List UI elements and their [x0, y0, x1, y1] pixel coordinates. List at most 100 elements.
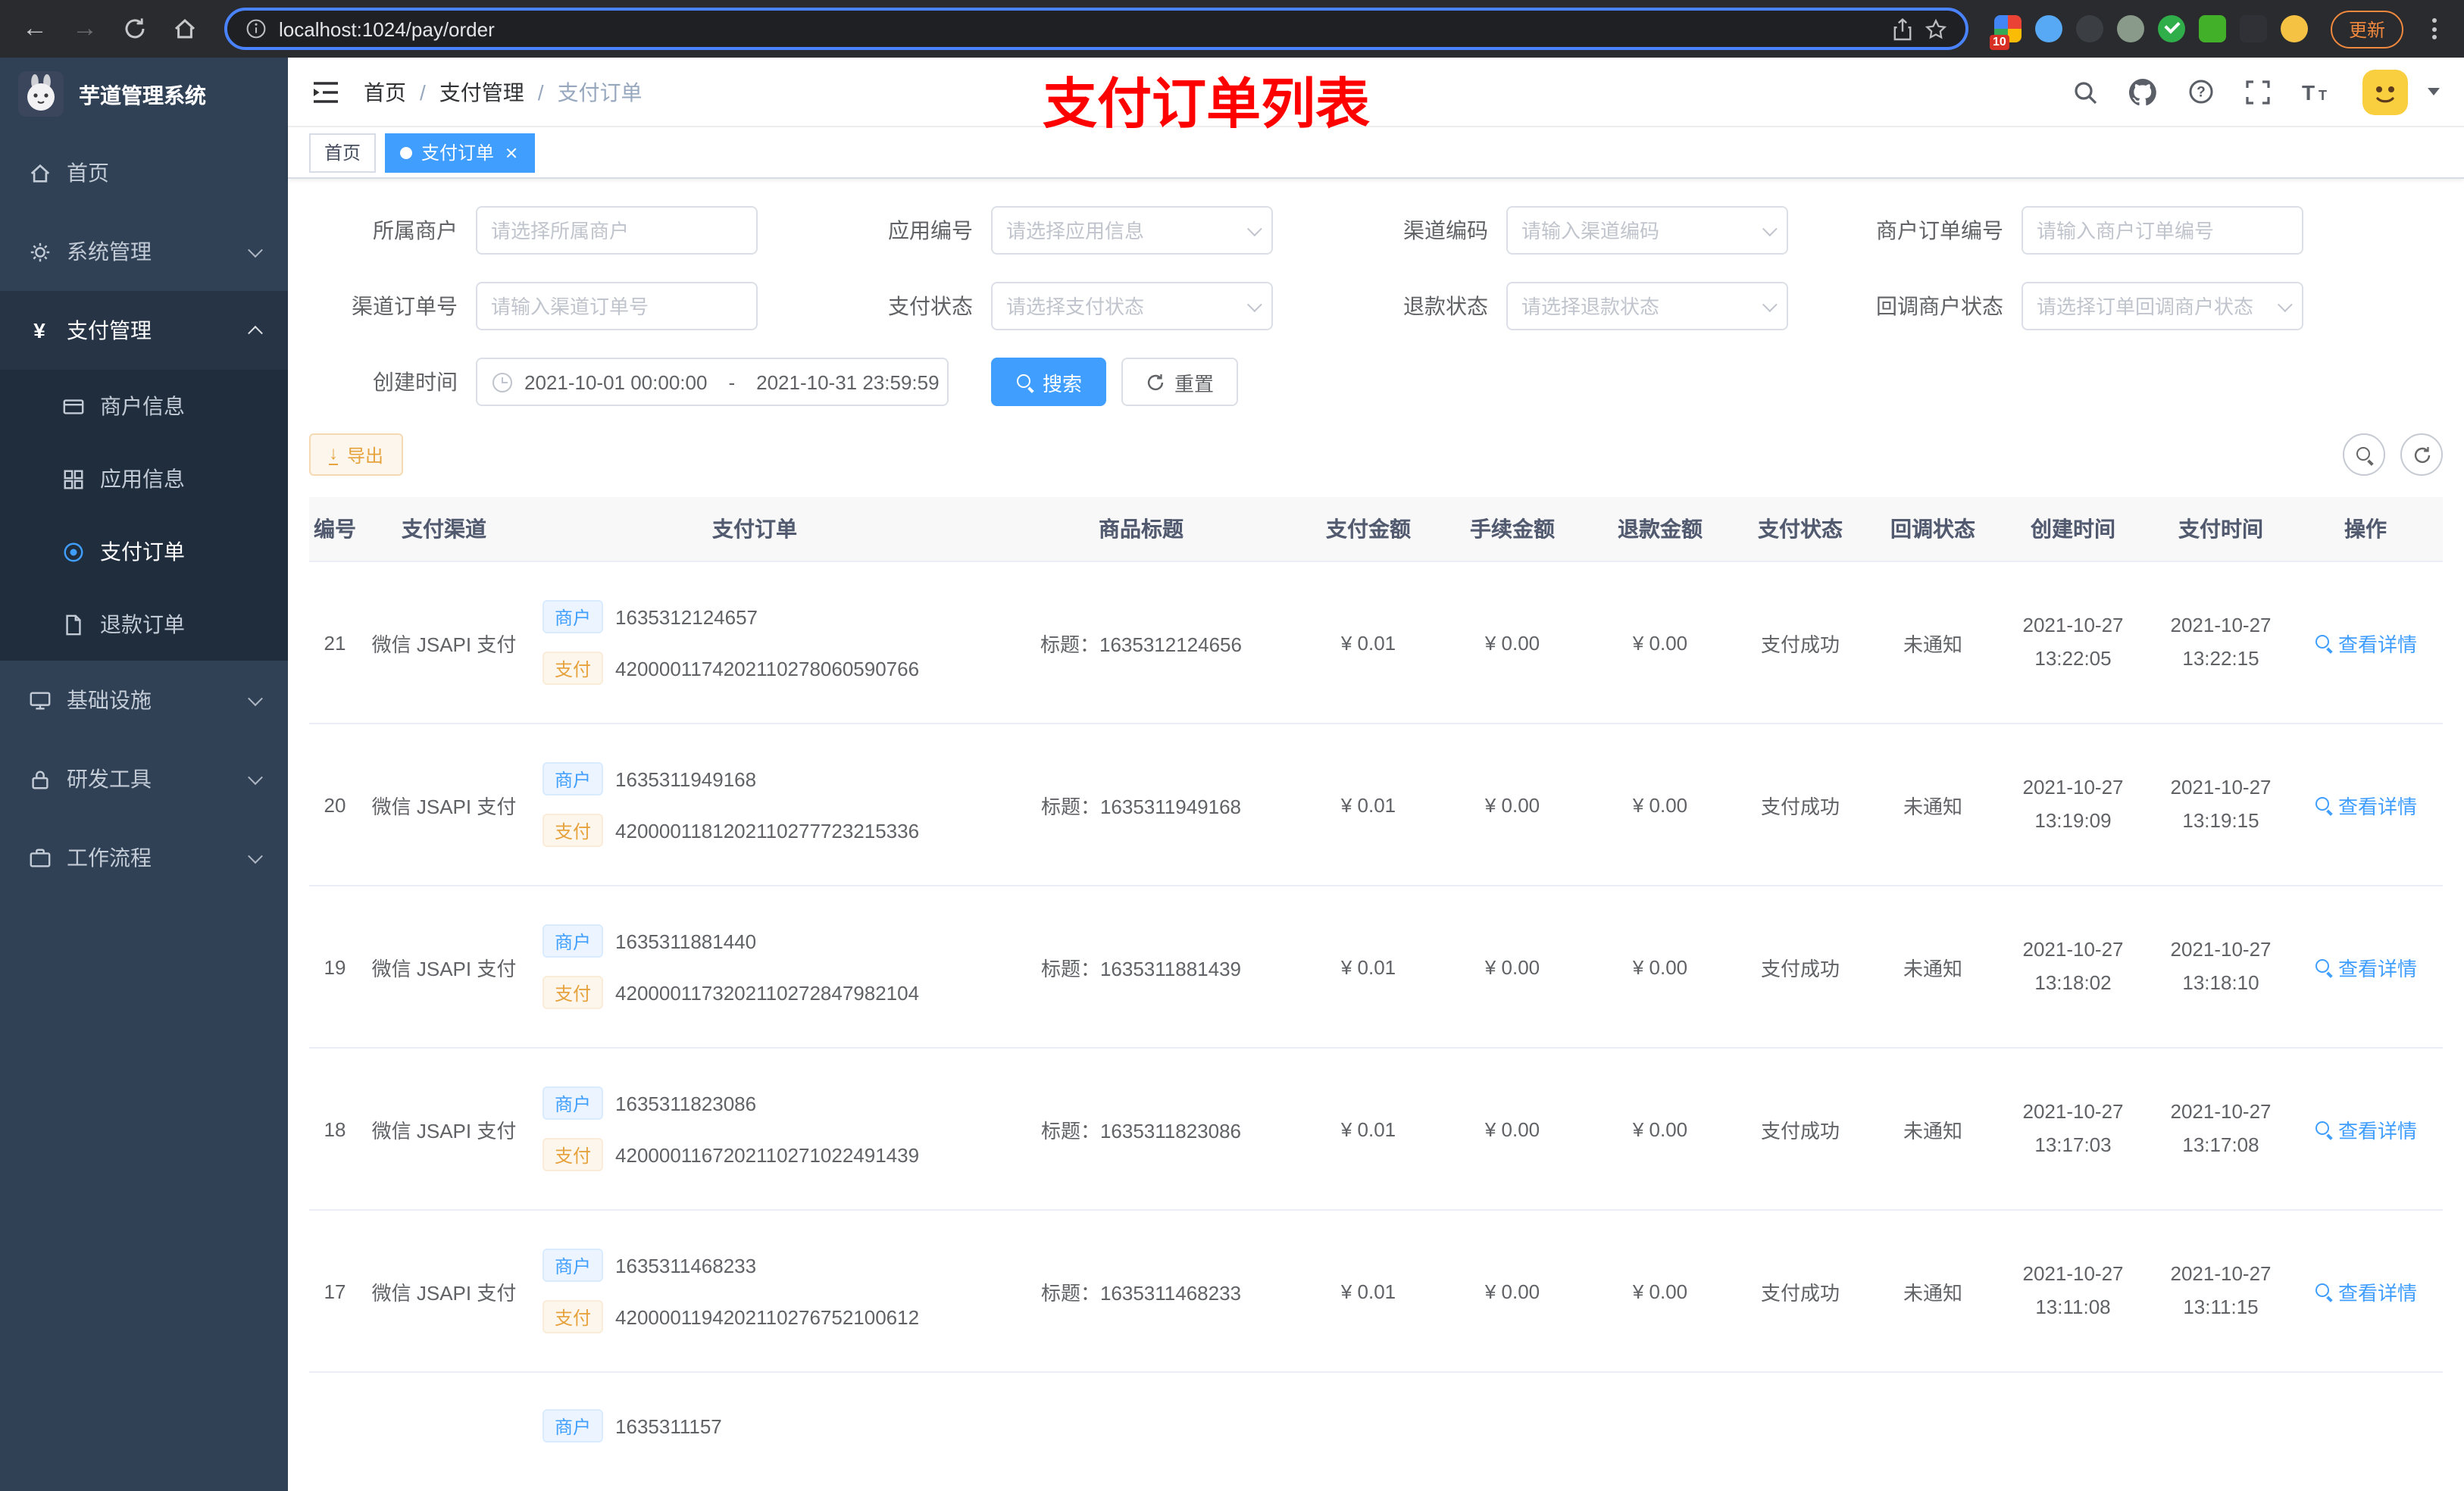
app-no-input[interactable] — [1006, 219, 1238, 242]
col-pay-order: 支付订单 — [712, 517, 797, 541]
create-date: 2021-10-27 — [2022, 775, 2124, 799]
extension-icon-7[interactable] — [2239, 15, 2267, 42]
avatar[interactable] — [2362, 69, 2408, 114]
sidebar-item-app-info[interactable]: 应用信息 — [0, 442, 288, 515]
pay-time: 13:19:15 — [2182, 809, 2259, 832]
breadcrumb-home[interactable]: 首页 — [364, 77, 406, 107]
sidebar-item-system[interactable]: 系统管理 — [0, 212, 288, 291]
cell-title: 标题：1635311823086 — [1040, 1119, 1242, 1142]
refund-status-select[interactable] — [1506, 282, 1788, 330]
extension-icon-3[interactable] — [2075, 15, 2103, 42]
sidebar-item-refund-order[interactable]: 退款订单 — [0, 588, 288, 661]
merchant-input[interactable] — [491, 219, 743, 242]
font-size-icon[interactable]: TT — [2302, 80, 2331, 104]
browser-home-icon[interactable] — [165, 9, 205, 48]
hamburger-icon[interactable] — [312, 80, 339, 104]
reset-button[interactable]: 重置 — [1121, 358, 1239, 406]
notify-status-select[interactable] — [2022, 282, 2303, 330]
cell-id: 20 — [324, 793, 346, 816]
breadcrumb-section[interactable]: 支付管理 — [439, 77, 524, 107]
app-no-select[interactable] — [991, 206, 1273, 255]
extension-icon-4[interactable] — [2116, 15, 2144, 42]
extension-icon-6[interactable] — [2198, 15, 2226, 42]
filter-label-channel-order-no: 渠道订单号 — [352, 294, 458, 318]
app-logo[interactable]: 芋道管理系统 — [0, 58, 288, 133]
view-detail-link[interactable]: 查看详情 — [2314, 1277, 2417, 1305]
cell-fee: ¥ 0.00 — [1484, 1280, 1540, 1302]
toggle-search-mini-button[interactable] — [2343, 433, 2385, 476]
chevron-down-icon — [1246, 296, 1262, 312]
cell-title: 标题：1635311949168 — [1040, 795, 1242, 817]
extension-icon-2[interactable] — [2034, 15, 2062, 42]
refresh-icon — [1147, 373, 1164, 390]
search-icon[interactable] — [2073, 80, 2097, 104]
channel-code-input[interactable] — [1521, 219, 1753, 242]
share-icon[interactable] — [1893, 17, 1912, 40]
export-button-label: 导出 — [347, 445, 384, 466]
extension-icon-5[interactable] — [2157, 15, 2185, 42]
view-detail-link[interactable]: 查看详情 — [2314, 628, 2417, 657]
tab-home[interactable]: 首页 — [309, 133, 377, 172]
active-dot — [400, 146, 413, 158]
close-icon[interactable] — [503, 144, 520, 161]
sidebar-item-payment[interactable]: ¥ 支付管理 — [0, 291, 288, 370]
merchant-order-no-field[interactable] — [2022, 206, 2303, 255]
create-time-range-picker[interactable]: 2021-10-01 00:00:00 - 2021-10-31 23:59:5… — [476, 358, 949, 406]
cell-fee: ¥ 0.00 — [1484, 955, 1540, 978]
merchant-select[interactable] — [476, 206, 758, 255]
merchant-order-no: 1635311823086 — [615, 1092, 757, 1114]
notify-status-input[interactable] — [2037, 295, 2269, 317]
col-pay-time: 支付时间 — [2178, 517, 2263, 541]
screen: ← → localhost:1024/pay/order 10 更新 芋道管理系… — [0, 0, 2464, 1491]
chevron-down-icon — [1246, 220, 1262, 236]
cell-notify: 未通知 — [1903, 1281, 1962, 1304]
tab-pay-order[interactable]: 支付订单 — [385, 133, 536, 172]
site-info-icon[interactable] — [245, 18, 267, 39]
sidebar-item-home[interactable]: 首页 — [0, 133, 288, 212]
table-row: 19 微信 JSAPI 支付 商户 1635311881440 支付 4200001… — [309, 886, 2443, 1049]
sidebar-item-pay-order[interactable]: 支付订单 — [0, 515, 288, 588]
pay-order-no: 4200001174202110278060590766 — [615, 657, 920, 680]
refund-status-input[interactable] — [1521, 295, 1753, 317]
channel-code-select[interactable] — [1506, 206, 1788, 255]
sidebar-item-workflow[interactable]: 工作流程 — [0, 818, 288, 897]
pay-status-select[interactable] — [991, 282, 1273, 330]
chevron-down-icon[interactable] — [2428, 88, 2440, 95]
view-detail-link[interactable]: 查看详情 — [2314, 790, 2417, 819]
cell-create-time: 2021-10-27 13:22:05 — [1997, 609, 2149, 676]
sidebar-item-merchant-info[interactable]: 商户信息 — [0, 370, 288, 442]
sidebar-item-label: 系统管理 — [67, 239, 152, 264]
extension-icon-1[interactable]: 10 — [1989, 15, 2022, 50]
cell-pay-order: 商户 1635311157 — [527, 1373, 982, 1443]
view-detail-link[interactable]: 查看详情 — [2314, 952, 2417, 981]
col-create-time: 创建时间 — [2031, 517, 2115, 541]
back-icon[interactable]: ← — [15, 9, 55, 48]
bookmark-star-icon[interactable] — [1925, 17, 1947, 40]
sidebar-item-devtools[interactable]: 研发工具 — [0, 739, 288, 818]
annotation-title: 支付订单列表 — [1043, 73, 1371, 135]
merchant-order-no: 1635312124657 — [615, 605, 758, 628]
reload-icon[interactable] — [115, 9, 155, 48]
merchant-order-no-input[interactable] — [2037, 219, 2288, 242]
sidebar-item-label: 支付管理 — [67, 318, 152, 342]
cell-pay-order: 商户 1635311949168 支付 4200001181202110277723… — [527, 762, 982, 847]
pay-status-input[interactable] — [1006, 295, 1238, 317]
github-icon[interactable] — [2129, 78, 2156, 105]
help-icon[interactable]: ? — [2188, 79, 2214, 105]
search-button[interactable]: 搜索 — [991, 358, 1107, 406]
extension-icon-8[interactable] — [2280, 15, 2308, 42]
sidebar-item-infra[interactable]: 基础设施 — [0, 661, 288, 739]
view-detail-link[interactable]: 查看详情 — [2314, 1114, 2417, 1143]
update-button[interactable]: 更新 — [2330, 10, 2403, 48]
refresh-mini-button[interactable] — [2400, 433, 2443, 476]
chevron-down-icon — [2277, 296, 2293, 312]
forward-icon[interactable]: → — [65, 9, 105, 48]
export-button[interactable]: ↓ 导出 — [309, 433, 404, 476]
browser-menu-icon[interactable] — [2420, 12, 2449, 45]
fullscreen-icon[interactable] — [2246, 80, 2270, 104]
merchant-tag: 商户 — [543, 762, 604, 796]
pay-tag: 支付 — [543, 1300, 604, 1333]
channel-order-no-input[interactable] — [491, 295, 743, 317]
channel-order-no-field[interactable] — [476, 282, 758, 330]
address-bar[interactable]: localhost:1024/pay/order — [224, 8, 1968, 50]
